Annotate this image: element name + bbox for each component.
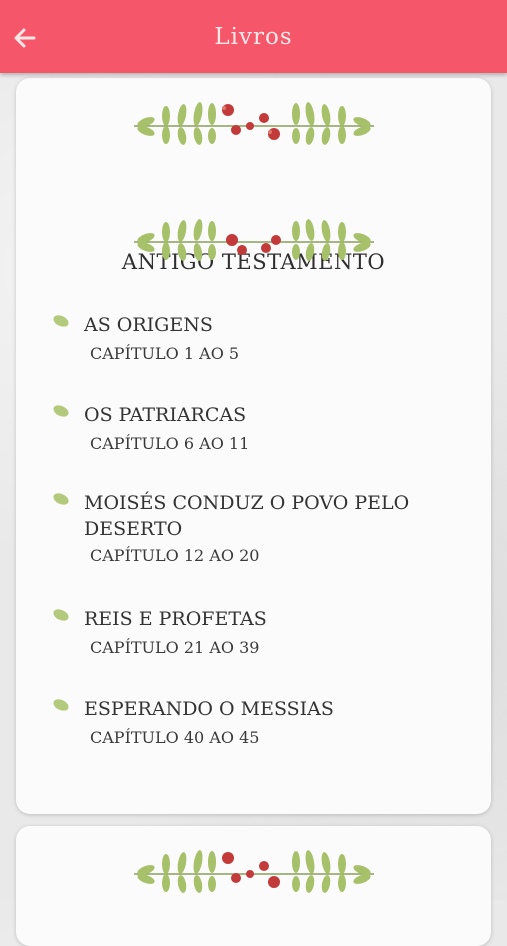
page-title: Livros xyxy=(214,23,293,50)
list-item-title: AS ORIGENS xyxy=(84,314,213,336)
list-item-title: ESPERANDO O MESSIAS xyxy=(84,698,334,720)
leaf-bullet-icon xyxy=(53,315,69,327)
floral-divider-icon xyxy=(133,102,374,145)
leaf-bullet-icon xyxy=(53,405,69,417)
back-button[interactable] xyxy=(14,20,58,56)
arrow-left-icon xyxy=(14,28,36,48)
book-card-next xyxy=(16,826,491,946)
list-item-title: MOISÉS CONDUZ O POVO PELO DESERTO xyxy=(84,492,410,540)
list-item-title: OS PATRIARCAS xyxy=(84,404,247,426)
list-item-subtitle: CAPÍTULO 21 AO 39 xyxy=(90,638,260,657)
list-item-subtitle: CAPÍTULO 40 AO 45 xyxy=(90,728,260,747)
app-bar: Livros xyxy=(0,0,507,73)
floral-divider-icon xyxy=(133,850,374,893)
book-card-antigo-testamento: ANTIGO TESTAMENTO AS ORIGENS CAPÍTULO 1 … xyxy=(16,78,491,814)
list-item-subtitle: CAPÍTULO 12 AO 20 xyxy=(90,546,260,565)
floral-divider-icon xyxy=(133,219,374,261)
leaf-bullet-icon xyxy=(53,609,69,621)
list-item-subtitle: CAPÍTULO 1 AO 5 xyxy=(90,344,240,363)
list-item-subtitle: CAPÍTULO 6 AO 11 xyxy=(90,434,250,453)
leaf-bullet-icon xyxy=(53,493,69,505)
list-item-title: REIS E PROFETAS xyxy=(84,608,267,630)
leaf-bullet-icon xyxy=(53,699,69,711)
